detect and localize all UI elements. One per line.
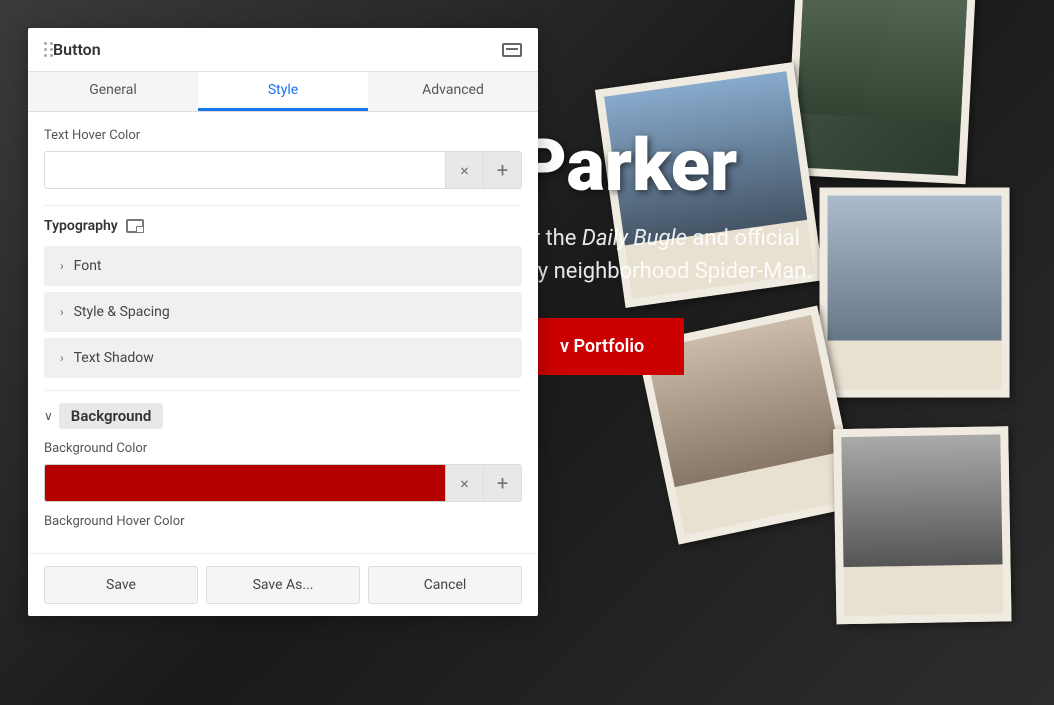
save-as-button[interactable]: Save As... — [206, 566, 360, 604]
accordion-font-header[interactable]: › Font — [44, 246, 522, 286]
drag-dot — [44, 54, 47, 57]
accordion-style-spacing-header[interactable]: › Style & Spacing — [44, 292, 522, 332]
tab-advanced[interactable]: Advanced — [368, 72, 538, 111]
minimize-button[interactable] — [502, 43, 522, 57]
hero-text-block: Parker or the Daily Bugle and official d… — [520, 130, 812, 375]
panel-footer: Save Save As... Cancel — [28, 553, 538, 616]
text-hover-color-row: × + — [44, 151, 522, 189]
clear-icon: × — [460, 161, 469, 180]
background-section-title: Background — [59, 403, 164, 429]
photo-5 — [833, 426, 1011, 624]
drag-handle[interactable] — [44, 42, 53, 57]
background-color-row: × + — [44, 464, 522, 502]
background-section-header: ∨ Background — [44, 403, 522, 429]
subtitle-line2: dly neighborhood Spider-Man. — [520, 259, 812, 284]
accordion-style-spacing-label: Style & Spacing — [74, 304, 170, 320]
tab-general[interactable]: General — [28, 72, 198, 111]
cancel-button[interactable]: Cancel — [368, 566, 522, 604]
accordion-font-label: Font — [74, 258, 102, 274]
subtitle-italic: Daily Bugle — [582, 226, 687, 251]
chevron-right-icon: › — [60, 259, 64, 273]
add-icon: + — [497, 158, 508, 182]
chevron-right-icon: › — [60, 351, 64, 365]
hero-name: Parker — [520, 130, 812, 202]
typography-label: Typography — [44, 218, 118, 234]
background-color-clear-button[interactable]: × — [446, 464, 484, 502]
save-button[interactable]: Save — [44, 566, 198, 604]
clear-icon: × — [460, 474, 469, 493]
accordion-style-spacing: › Style & Spacing — [44, 292, 522, 332]
text-hover-color-label: Text Hover Color — [44, 128, 522, 143]
accordion-text-shadow-header[interactable]: › Text Shadow — [44, 338, 522, 378]
drag-dot — [44, 48, 47, 51]
background-color-add-button[interactable]: + — [484, 464, 522, 502]
panel-header: Button — [28, 28, 538, 72]
button-panel: Button General Style Advanced Text Hover… — [28, 28, 538, 616]
add-icon: + — [497, 471, 508, 495]
accordion-text-shadow-label: Text Shadow — [74, 350, 154, 366]
text-hover-color-add-button[interactable]: + — [484, 151, 522, 189]
panel-content: Text Hover Color × + Typography › Font — [28, 112, 538, 553]
drag-dot — [44, 42, 47, 45]
accordion-font: › Font — [44, 246, 522, 286]
panel-title: Button — [53, 40, 502, 59]
photo-3 — [820, 188, 1010, 398]
chevron-right-icon: › — [60, 305, 64, 319]
responsive-icon[interactable] — [126, 219, 144, 233]
text-hover-color-input[interactable] — [44, 151, 446, 189]
background-color-label: Background Color — [44, 441, 522, 456]
tab-style[interactable]: Style — [198, 72, 368, 111]
hero-portfolio-button[interactable]: v Portfolio — [520, 318, 684, 375]
accordion-text-shadow: › Text Shadow — [44, 338, 522, 378]
text-hover-color-clear-button[interactable]: × — [446, 151, 484, 189]
chevron-down-icon[interactable]: ∨ — [44, 409, 53, 423]
background-color-swatch[interactable] — [44, 464, 446, 502]
hero-subtitle: or the Daily Bugle and official dly neig… — [520, 222, 812, 288]
panel-tabs: General Style Advanced — [28, 72, 538, 112]
divider-2 — [44, 390, 522, 391]
subtitle-part2: and official — [687, 226, 800, 251]
photo-1 — [786, 0, 976, 184]
background-hover-color-label: Background Hover Color — [44, 514, 522, 529]
typography-header: Typography — [44, 218, 522, 234]
divider-1 — [44, 205, 522, 206]
